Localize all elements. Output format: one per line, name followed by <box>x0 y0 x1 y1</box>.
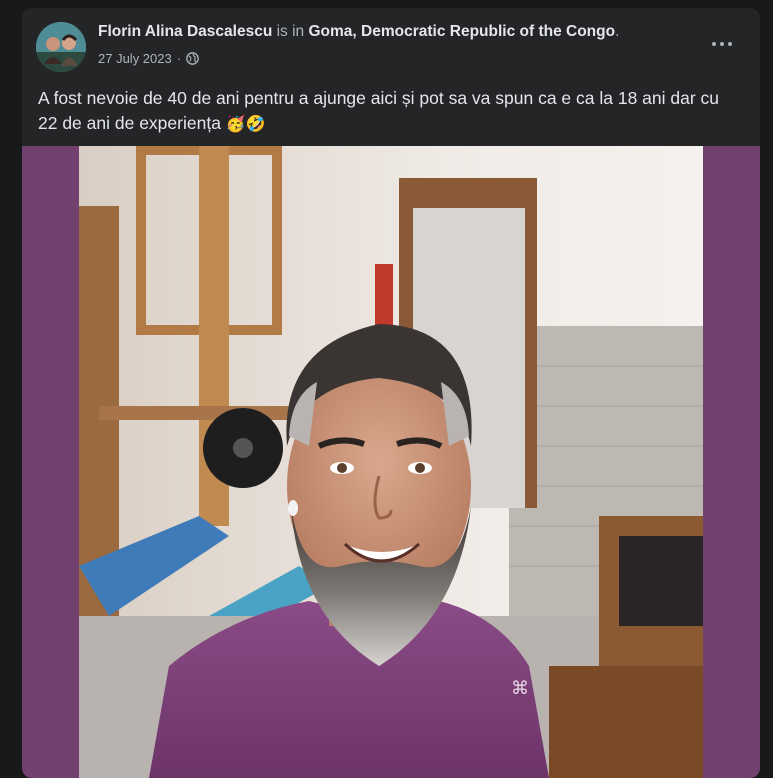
location-suffix: . <box>615 23 620 40</box>
author-name[interactable]: Florin Alina Dascalescu <box>98 23 272 40</box>
photo-image: ⌘ <box>79 146 703 778</box>
post-header: Florin Alina Dascalescu is in Goma, Demo… <box>98 23 619 41</box>
post-text: A fost nevoie de 40 de ani pentru a ajun… <box>38 86 738 136</box>
globe-icon[interactable] <box>186 52 199 65</box>
post-emojis: 🥳🤣 <box>225 114 266 133</box>
meta-separator: · <box>176 51 182 66</box>
shirt-logo: ⌘ <box>511 678 529 699</box>
post-card: Florin Alina Dascalescu is in Goma, Demo… <box>22 8 760 778</box>
more-options-icon[interactable] <box>704 32 740 56</box>
location-link[interactable]: Goma, Democratic Republic of the Congo <box>309 23 616 40</box>
post-text-body: A fost nevoie de 40 de ani pentru a ajun… <box>38 88 720 133</box>
author-avatar[interactable] <box>36 22 86 72</box>
post-meta: 27 July 2023 · <box>98 51 199 66</box>
post-date[interactable]: 27 July 2023 <box>98 51 172 66</box>
location-prefix: is in <box>276 23 305 40</box>
post-photo[interactable]: ⌘ <box>22 146 760 778</box>
avatar-image <box>36 22 86 72</box>
